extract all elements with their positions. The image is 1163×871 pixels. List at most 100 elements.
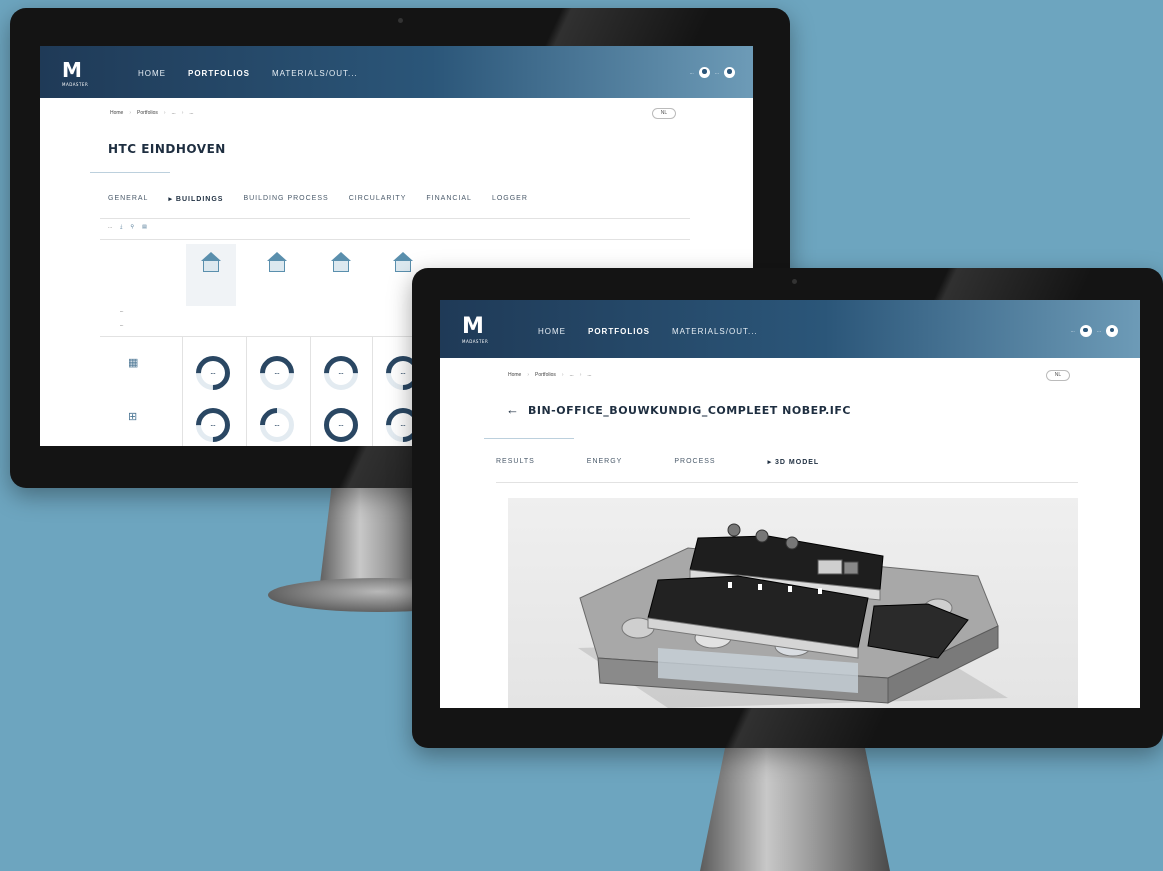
building-card[interactable] [186, 244, 236, 306]
circularity-icon: ⊞ [128, 411, 138, 423]
tab-general[interactable]: GENERAL [108, 195, 148, 203]
title-underline [484, 438, 574, 439]
breadcrumb-portfolios[interactable]: Portfolios [137, 110, 158, 116]
filter-row: ... ⤓ ⚲ ▤ [108, 224, 147, 230]
house-icon [393, 252, 413, 261]
madaster-logo[interactable]: M MADASTER [62, 58, 88, 87]
gauge-value: ... [338, 370, 344, 376]
gauge: ... [316, 400, 366, 446]
tab-logger[interactable]: LOGGER [492, 195, 528, 203]
globe-icon[interactable] [698, 67, 710, 78]
nav-home[interactable]: HOME [538, 327, 566, 336]
tab-buildings[interactable]: ▸ BUILDINGS [168, 195, 223, 203]
nav-portfolios[interactable]: PORTFOLIOS [588, 327, 650, 336]
breadcrumb-separator: › [163, 110, 166, 116]
back-arrow-icon[interactable]: ← [506, 402, 519, 417]
breadcrumb-portfolio[interactable]: ... [570, 372, 574, 378]
window [788, 586, 792, 592]
column-divider [246, 336, 247, 446]
breadcrumb-separator: › [527, 372, 530, 378]
download-icon[interactable]: ⤓ [120, 224, 122, 230]
export-icon[interactable]: ▤ [142, 224, 147, 230]
gauge-value: ... [274, 370, 280, 376]
gauge: ... [188, 400, 238, 446]
nav-home[interactable]: HOME [138, 69, 166, 78]
logo-letter: M [62, 58, 82, 82]
column-divider [182, 336, 183, 446]
language-selector[interactable]: NL [652, 108, 676, 119]
gauge: ... [252, 348, 302, 398]
column-divider [310, 336, 311, 446]
breadcrumb-current: ... [587, 372, 592, 378]
gauge: ... [252, 400, 302, 446]
breadcrumb-portfolios[interactable]: Portfolios [535, 372, 556, 378]
gauge: ... [188, 348, 238, 398]
materials-icon: ▦ [128, 357, 139, 369]
header-lang-text[interactable]: ... [1071, 328, 1075, 334]
building-card[interactable] [316, 244, 366, 306]
header-user-area: ... ... [690, 67, 735, 78]
roof-vent [785, 536, 799, 550]
roof-vent [755, 529, 769, 543]
header-user-name[interactable]: ... [715, 70, 719, 76]
tab-3d-model[interactable]: ▸ 3D MODEL [768, 458, 820, 466]
logo-letter: M [462, 314, 484, 339]
nav-materials[interactable]: MATERIALS/OUT... [672, 327, 758, 336]
house-body [333, 261, 349, 272]
building-3d-model[interactable] [508, 498, 1078, 708]
gauge-value: ... [210, 370, 216, 376]
roof-vent [727, 523, 741, 537]
row-label: ... [120, 308, 124, 313]
app-header: M MADASTER HOME PORTFOLIOS MATERIALS/OUT… [40, 46, 753, 98]
madaster-logo[interactable]: M MADASTER [462, 314, 488, 344]
breadcrumb-separator: › [181, 110, 184, 116]
filter-icon[interactable]: ⚲ [130, 224, 134, 230]
monitor-front-screen: M MADASTER HOME PORTFOLIOS MATERIALS/OUT… [440, 300, 1140, 708]
breadcrumb: Home › Portfolios › ... › ... [110, 110, 194, 116]
tab-financial[interactable]: FINANCIAL [426, 195, 472, 203]
breadcrumb-home[interactable]: Home [508, 372, 521, 378]
breadcrumb-separator: › [129, 110, 132, 116]
monitor-front-neck [700, 740, 890, 871]
logo-subtext: MADASTER [462, 339, 489, 344]
breadcrumb: Home › Portfolios › ... › ... [508, 372, 592, 378]
monitor-back-camera [398, 18, 403, 23]
3d-model-viewer[interactable] [508, 498, 1078, 708]
column-divider [372, 336, 373, 446]
filter-text[interactable]: ... [108, 224, 112, 230]
nav-materials[interactable]: MATERIALS/OUT... [272, 69, 358, 78]
gauge-value: ... [274, 422, 280, 428]
user-avatar-icon[interactable] [724, 67, 735, 78]
house-icon [267, 252, 287, 261]
gauge-value: ... [210, 422, 216, 428]
header-user-area: ... ... [1071, 325, 1118, 337]
app-header: M MADASTER HOME PORTFOLIOS MATERIALS/OUT… [440, 300, 1140, 358]
tab-process[interactable]: PROCESS [674, 458, 715, 466]
breadcrumb-separator: › [579, 372, 582, 378]
title-underline [90, 172, 170, 173]
header-lang-text[interactable]: ... [690, 70, 694, 76]
row-label: ... [120, 322, 124, 327]
tab-building-process[interactable]: BUILDING PROCESS [243, 195, 328, 203]
filter-divider [100, 239, 690, 240]
tab-energy[interactable]: ENERGY [587, 458, 623, 466]
language-selector[interactable]: NL [1046, 370, 1070, 381]
house-body [395, 261, 411, 272]
page-title: HTC EINDHOVEN [108, 142, 226, 156]
window [758, 584, 762, 590]
tab-bar: GENERAL ▸ BUILDINGS BUILDING PROCESS CIR… [108, 195, 528, 203]
breadcrumb-portfolio[interactable]: ... [172, 110, 176, 116]
globe-icon[interactable] [1079, 325, 1092, 337]
house-body [269, 261, 285, 272]
nav-portfolios[interactable]: PORTFOLIOS [188, 69, 250, 78]
header-user-name[interactable]: ... [1097, 328, 1101, 334]
breadcrumb-home[interactable]: Home [110, 110, 123, 116]
user-avatar-icon[interactable] [1106, 325, 1118, 337]
tab-divider [496, 482, 1078, 483]
building-card[interactable] [252, 244, 302, 306]
tab-results[interactable]: RESULTS [496, 458, 535, 466]
house-icon [201, 252, 221, 261]
gauge: ... [316, 348, 366, 398]
monitor-front-camera [792, 279, 797, 284]
tab-circularity[interactable]: CIRCULARITY [349, 195, 407, 203]
